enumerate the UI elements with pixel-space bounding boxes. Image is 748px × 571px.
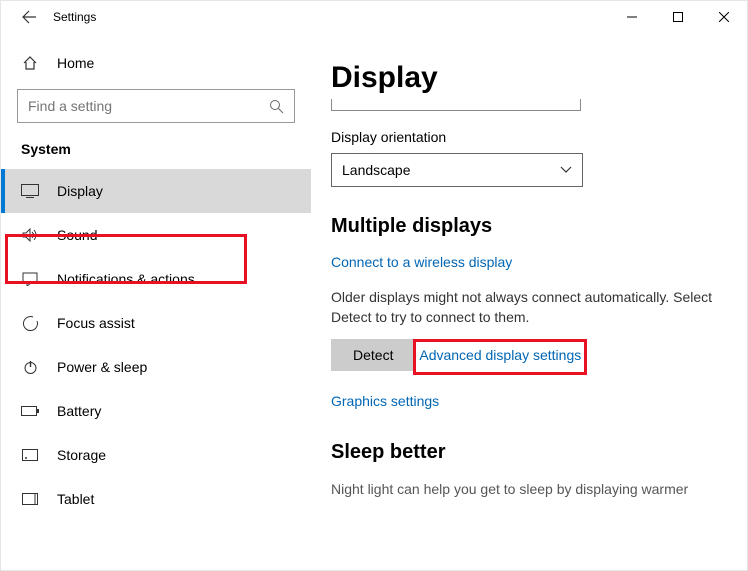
detect-description: Older displays might not always connect … xyxy=(331,288,719,327)
advanced-display-link[interactable]: Advanced display settings xyxy=(419,347,581,363)
orientation-label: Display orientation xyxy=(331,129,719,145)
display-icon xyxy=(21,182,39,200)
sidebar-item-battery[interactable]: Battery xyxy=(1,389,311,433)
minimize-icon xyxy=(627,12,637,22)
search-field[interactable] xyxy=(28,98,269,114)
settings-window: Settings Home xyxy=(0,0,748,571)
window-title: Settings xyxy=(53,10,96,24)
sidebar-item-focus-assist[interactable]: Focus assist xyxy=(1,301,311,345)
orientation-select[interactable]: Landscape xyxy=(331,153,583,187)
sidebar-item-tablet[interactable]: Tablet xyxy=(1,477,311,521)
power-icon xyxy=(21,358,39,376)
sidebar-item-label: Focus assist xyxy=(57,315,135,331)
search-icon xyxy=(269,99,284,114)
sidebar-item-label: Power & sleep xyxy=(57,359,147,375)
advanced-link-wrap: Advanced display settings xyxy=(419,347,581,381)
storage-icon xyxy=(21,446,39,464)
sidebar-item-label: Sound xyxy=(57,227,97,243)
page-title: Display xyxy=(331,61,719,95)
sidebar-item-label: Display xyxy=(57,183,103,199)
focus-assist-icon xyxy=(21,314,39,332)
notifications-icon xyxy=(21,270,39,288)
back-button[interactable] xyxy=(9,9,49,25)
maximize-button[interactable] xyxy=(655,1,701,33)
orientation-value: Landscape xyxy=(342,162,411,178)
battery-icon xyxy=(21,402,39,420)
sidebar-item-storage[interactable]: Storage xyxy=(1,433,311,477)
divider-shape xyxy=(331,99,581,111)
close-button[interactable] xyxy=(701,1,747,33)
sidebar-item-sound[interactable]: Sound xyxy=(1,213,311,257)
sound-icon xyxy=(21,226,39,244)
sidebar: Home System Display xyxy=(1,33,311,570)
sidebar-item-label: Battery xyxy=(57,403,101,419)
window-body: Home System Display xyxy=(1,33,747,570)
main-panel: Display Display orientation Landscape Mu… xyxy=(311,33,747,570)
home-label: Home xyxy=(57,55,94,71)
titlebar: Settings xyxy=(1,1,747,33)
minimize-button[interactable] xyxy=(609,1,655,33)
search-container xyxy=(1,89,311,123)
arrow-left-icon xyxy=(21,9,37,25)
sidebar-item-label: Notifications & actions xyxy=(57,271,195,287)
section-heading: System xyxy=(1,135,311,169)
chevron-down-icon xyxy=(560,166,572,174)
home-icon xyxy=(21,54,39,72)
wireless-display-link[interactable]: Connect to a wireless display xyxy=(331,254,512,270)
sleep-better-heading: Sleep better xyxy=(331,441,719,464)
sidebar-item-notifications[interactable]: Notifications & actions xyxy=(1,257,311,301)
sleep-better-text: Night light can help you get to sleep by… xyxy=(331,480,719,500)
sidebar-item-label: Tablet xyxy=(57,491,94,507)
sidebar-item-power-sleep[interactable]: Power & sleep xyxy=(1,345,311,389)
detect-button[interactable]: Detect xyxy=(331,339,415,371)
home-button[interactable]: Home xyxy=(1,41,311,85)
graphics-settings-link[interactable]: Graphics settings xyxy=(331,393,439,409)
search-input[interactable] xyxy=(17,89,295,123)
close-icon xyxy=(719,12,729,22)
tablet-icon xyxy=(21,490,39,508)
sidebar-item-display[interactable]: Display xyxy=(1,169,311,213)
multiple-displays-heading: Multiple displays xyxy=(331,215,719,238)
maximize-icon xyxy=(673,12,683,22)
sidebar-item-label: Storage xyxy=(57,447,106,463)
